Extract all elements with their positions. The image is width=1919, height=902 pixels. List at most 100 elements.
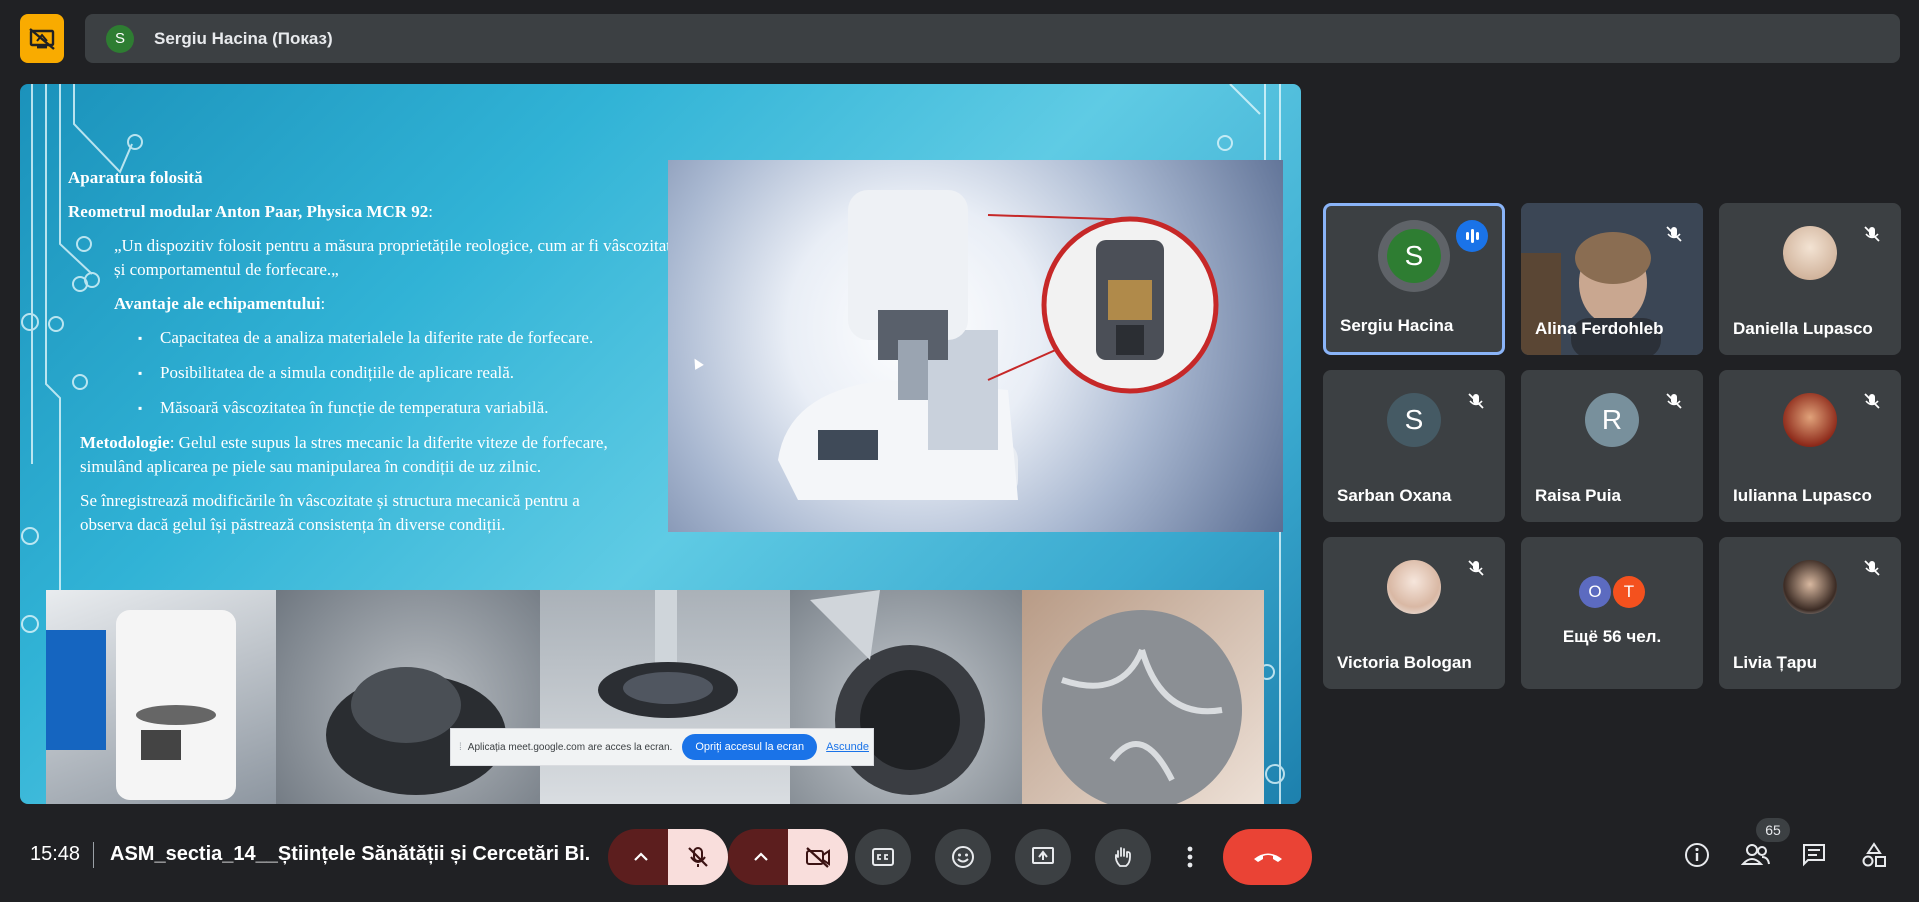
participant-tile[interactable]: Iulianna Lupasco bbox=[1719, 370, 1901, 522]
bottom-bar: 15:48 ASM_sectia_14__Științele Sănătății… bbox=[0, 812, 1919, 902]
advantages-list: Capacitatea de a analiza materialele la … bbox=[68, 326, 698, 420]
divider bbox=[93, 842, 94, 868]
participant-name: Alina Ferdohleb bbox=[1535, 319, 1664, 338]
mic-off-icon bbox=[1859, 555, 1885, 581]
microphone-toggle[interactable] bbox=[668, 829, 728, 885]
hand-icon bbox=[1114, 847, 1131, 867]
people-button[interactable] bbox=[1740, 841, 1771, 874]
participant-tile[interactable]: Livia Țapu bbox=[1719, 537, 1901, 689]
leave-call-button[interactable] bbox=[1223, 829, 1312, 885]
activities-button[interactable] bbox=[1860, 841, 1888, 874]
participant-name: Iulianna Lupasco bbox=[1733, 486, 1872, 505]
chat-button[interactable] bbox=[1800, 841, 1828, 874]
present-icon bbox=[1032, 847, 1054, 864]
mic-off-icon bbox=[1463, 388, 1489, 414]
people-icon bbox=[1740, 844, 1770, 865]
phone-hangup-icon bbox=[1253, 853, 1282, 862]
speaking-indicator-icon bbox=[1456, 220, 1488, 252]
screen-share-notice: ⁞ Aplicația meet.google.com are acces la… bbox=[450, 728, 874, 766]
participant-name: Daniella Lupasco bbox=[1733, 319, 1873, 338]
presenter-avatar: S bbox=[106, 24, 134, 53]
stop-presenting-button[interactable] bbox=[20, 14, 64, 63]
participant-tile[interactable]: R Raisa Puia bbox=[1521, 370, 1703, 522]
present-screen-button[interactable] bbox=[1015, 829, 1071, 885]
captions-button[interactable] bbox=[855, 829, 911, 885]
avatar: R bbox=[1585, 393, 1639, 447]
participant-tile[interactable]: Alina Ferdohleb bbox=[1521, 203, 1703, 355]
photo-plate-closeup bbox=[1022, 590, 1264, 804]
share-notice-text: Aplicația meet.google.com are acces la e… bbox=[467, 741, 673, 753]
photo-strip bbox=[46, 590, 1264, 804]
chevron-up-icon bbox=[754, 852, 768, 861]
participant-tile[interactable]: Victoria Bologan bbox=[1323, 537, 1505, 689]
mic-off-icon bbox=[1661, 388, 1687, 414]
mic-off-icon bbox=[688, 847, 708, 867]
hide-notice-link[interactable]: Ascunde bbox=[826, 741, 869, 753]
participant-name: Livia Țapu bbox=[1733, 653, 1818, 672]
presenter-label: Sergiu Hacina (Показ) bbox=[154, 28, 333, 48]
participant-name: Sarban Oxana bbox=[1337, 486, 1452, 505]
avatar bbox=[1783, 393, 1837, 447]
presenter-bar: S Sergiu Hacina (Показ) bbox=[85, 14, 1900, 63]
camera-toggle[interactable] bbox=[788, 829, 848, 885]
share-drag-handle[interactable]: ⁞ bbox=[459, 742, 462, 753]
clock: 15:48 bbox=[30, 843, 81, 865]
photo-sample-plate bbox=[276, 590, 540, 804]
photo-gel-sample bbox=[790, 590, 1022, 804]
advantages-colon: : bbox=[320, 294, 326, 313]
mic-off-icon bbox=[1859, 388, 1885, 414]
slide-text: Aparatura folosită Reometrul modular Ant… bbox=[68, 166, 698, 547]
stop-sharing-button[interactable]: Opriți accesul la ecran bbox=[682, 734, 818, 760]
top-bar: S Sergiu Hacina (Показ) bbox=[0, 0, 1919, 78]
advantage-item: Posibilitatea de a simula condițiile de … bbox=[138, 361, 698, 385]
participant-name: Raisa Puia bbox=[1535, 486, 1621, 505]
avatar bbox=[1783, 560, 1837, 614]
emoji-icon bbox=[952, 846, 974, 868]
mic-off-icon bbox=[1463, 555, 1489, 581]
photo-spindle bbox=[540, 590, 790, 804]
rheometer-image bbox=[668, 160, 1283, 532]
photo-rheometer bbox=[46, 590, 276, 804]
advantages-title: Avantaje ale echipamentului bbox=[114, 294, 321, 313]
advantage-item: Capacitatea de a analiza materialele la … bbox=[138, 326, 698, 350]
mic-off-icon bbox=[1859, 221, 1885, 247]
participant-count-badge: 65 bbox=[1756, 818, 1790, 842]
more-vert-icon bbox=[1187, 846, 1193, 868]
audio-options-button[interactable] bbox=[608, 829, 668, 885]
method-title: Metodologie bbox=[80, 433, 170, 452]
mic-off-icon bbox=[1661, 221, 1687, 247]
present-off-icon bbox=[29, 27, 55, 50]
advantage-item: Măsoară vâscozitatea în funcție de tempe… bbox=[138, 396, 698, 420]
reactions-button[interactable] bbox=[935, 829, 991, 885]
more-options-button[interactable] bbox=[1172, 829, 1208, 885]
captions-icon bbox=[872, 848, 894, 866]
participant-name: Victoria Bologan bbox=[1337, 653, 1472, 672]
device-name: Reometrul modular Anton Paar, Physica MC… bbox=[68, 202, 429, 221]
activities-icon bbox=[1862, 842, 1886, 867]
slide-heading: Aparatura folosită bbox=[68, 168, 203, 187]
participant-grid: S Sergiu Hacina Alina Ferdohleb Daniella… bbox=[1323, 203, 1901, 689]
camera-off-icon bbox=[806, 847, 830, 868]
record-text: Se înregistrează modificările în vâscozi… bbox=[80, 491, 580, 534]
avatar bbox=[1783, 226, 1837, 280]
info-icon bbox=[1685, 843, 1709, 867]
avatar: T bbox=[1613, 576, 1645, 608]
device-quote: „Un dispozitiv folosit pentru a măsura p… bbox=[114, 236, 687, 279]
shared-screen: Aparatura folosită Reometrul modular Ant… bbox=[20, 84, 1301, 804]
more-participants-tile[interactable]: O T Ещё 56 чел. bbox=[1521, 537, 1703, 689]
meeting-info-button[interactable] bbox=[1683, 841, 1711, 874]
participant-tile[interactable]: Daniella Lupasco bbox=[1719, 203, 1901, 355]
participant-tile[interactable]: S Sarban Oxana bbox=[1323, 370, 1505, 522]
avatar: S bbox=[1387, 229, 1441, 283]
video-options-button[interactable] bbox=[728, 829, 788, 885]
avatar bbox=[1387, 560, 1441, 614]
avatar: S bbox=[1387, 393, 1441, 447]
meeting-title: ASM_sectia_14__Științele Sănătății și Ce… bbox=[110, 843, 590, 865]
participant-name: Sergiu Hacina bbox=[1340, 316, 1454, 335]
avatar: O bbox=[1579, 576, 1611, 608]
participant-tile[interactable]: S Sergiu Hacina bbox=[1323, 203, 1505, 355]
raise-hand-button[interactable] bbox=[1095, 829, 1151, 885]
more-participants-label: Ещё 56 чел. bbox=[1562, 627, 1662, 646]
chevron-up-icon bbox=[634, 852, 648, 861]
device-colon: : bbox=[428, 202, 434, 221]
